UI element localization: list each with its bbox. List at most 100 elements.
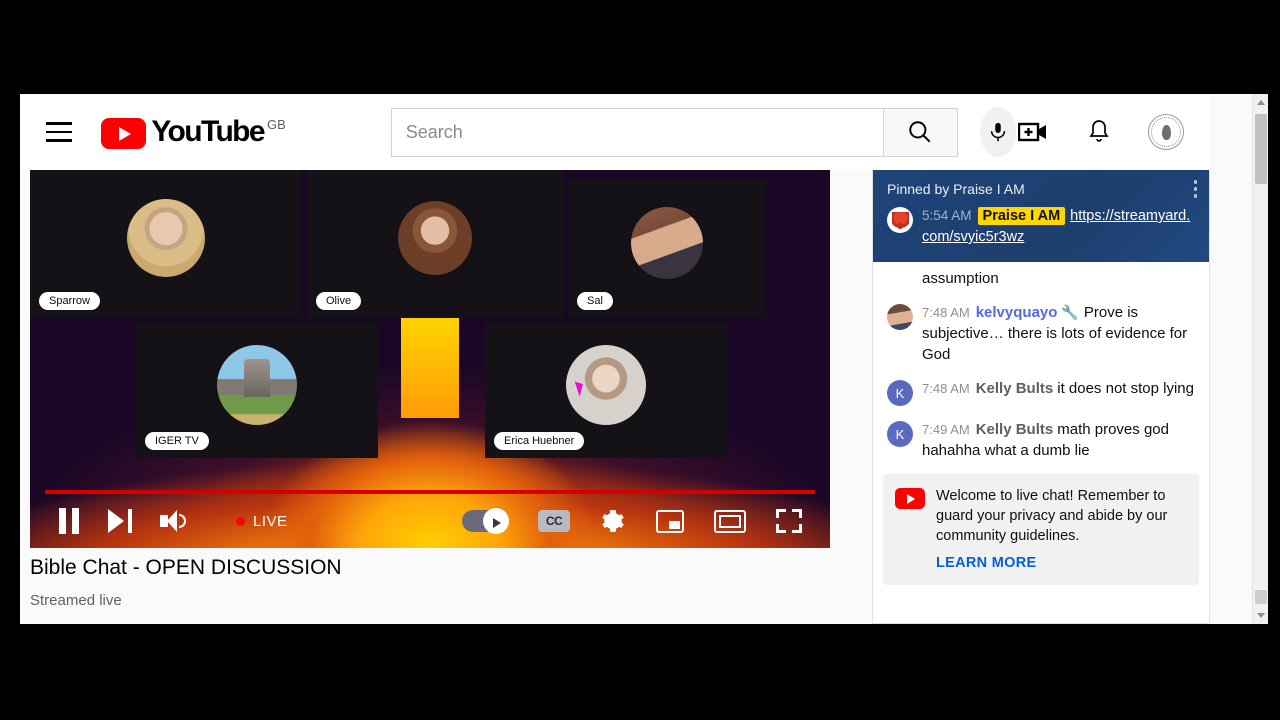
chat-timestamp: 7:48 AM — [922, 305, 970, 320]
scrollbar-thumb[interactable] — [1255, 114, 1267, 184]
participant-name: IGER TV — [145, 432, 209, 450]
theater-mode-button[interactable] — [714, 509, 746, 533]
pinned-message[interactable]: Pinned by Praise I AM 5:54 AM Praise I AM… — [873, 170, 1209, 262]
voice-search-button[interactable] — [979, 107, 1016, 157]
participant-tile: Erica Huebner — [485, 322, 727, 458]
chat-author-name[interactable]: kelvyquayo — [976, 304, 1058, 321]
video-meta: Bible Chat - OPEN DISCUSSION Streamed li… — [30, 556, 830, 609]
search-input[interactable] — [390, 107, 883, 157]
chat-author-name[interactable]: Kelly Bults — [976, 421, 1054, 438]
avatar-ring — [1151, 117, 1181, 147]
guide-menu-icon[interactable] — [42, 109, 75, 155]
chat-author-name[interactable]: Kelly Bults — [976, 380, 1054, 397]
search-button[interactable] — [882, 107, 958, 157]
country-code-label: GB — [266, 117, 286, 132]
autoplay-toggle[interactable] — [462, 508, 509, 534]
browser-scrollbar[interactable] — [1252, 94, 1268, 624]
settings-button[interactable] — [600, 508, 626, 534]
chat-message: 7:48 AM kelvyquayo 🔧 Prove is subjective… t… — [887, 302, 1195, 365]
pinned-timestamp: 5:54 AM — [922, 208, 972, 223]
scroll-down-button[interactable] — [1253, 607, 1268, 624]
volume-icon — [160, 510, 186, 532]
masthead-actions — [1016, 114, 1184, 150]
tree-logo-icon — [891, 211, 909, 229]
chat-author-avatar[interactable]: K — [887, 421, 913, 447]
microphone-icon — [990, 122, 1006, 142]
pinned-banner-label: Pinned by Praise I AM — [887, 181, 1025, 197]
browser-viewport: YouTube GB Search Sparrow Olive Sal IGER… — [20, 94, 1268, 624]
search-icon — [909, 121, 931, 143]
chat-body-text: it does not stop lying — [1057, 380, 1194, 397]
next-button[interactable] — [108, 509, 132, 533]
pinned-author-avatar — [887, 207, 913, 233]
youtube-logo[interactable]: YouTube GB — [101, 115, 286, 149]
autoplay-icon — [462, 508, 509, 534]
account-avatar[interactable] — [1148, 114, 1184, 150]
participant-tile: IGER TV — [136, 322, 378, 458]
player-controls: LIVE CC — [30, 494, 830, 548]
miniplayer-icon — [656, 509, 684, 533]
youtube-logo-text: YouTube — [151, 115, 265, 148]
next-icon — [108, 509, 132, 533]
pinned-message-body: 5:54 AM Praise I AM https://streamyard.com… — [887, 205, 1195, 248]
chat-timestamp: 7:48 AM — [922, 381, 970, 396]
video-player[interactable]: Sparrow Olive Sal IGER TV Erica Huebner … — [30, 170, 830, 548]
live-chat-panel: Pinned by Praise I AM 5:54 AM Praise I AM… — [872, 170, 1210, 624]
screen: YouTube GB Search Sparrow Olive Sal IGER… — [0, 0, 1280, 720]
create-video-button[interactable] — [1016, 115, 1050, 149]
participant-name: Sal — [577, 292, 613, 310]
chat-timestamp: 7:49 AM — [922, 422, 970, 437]
participant-tile: Sal — [568, 180, 766, 318]
participant-name: Sparrow — [39, 292, 100, 310]
search-bar — [390, 107, 958, 157]
participant-name: Olive — [316, 292, 362, 310]
chat-author-avatar[interactable]: K — [887, 380, 913, 406]
fullscreen-button[interactable] — [776, 509, 802, 533]
truncated-message-text: assumption — [922, 270, 999, 287]
scrollbar-thumb-secondary[interactable] — [1255, 590, 1267, 604]
youtube-badge-icon — [895, 488, 925, 509]
volume-button[interactable] — [160, 510, 186, 532]
chat-message: K 7:49 AM Kelly Bults math proves god haha… — [887, 419, 1195, 461]
player-controls-left: LIVE — [58, 508, 288, 534]
chat-message-text: 7:49 AM Kelly Bults math proves god hahahh… — [922, 419, 1195, 461]
theater-icon — [714, 509, 746, 533]
moderator-wrench-icon: 🔧 — [1061, 304, 1079, 320]
gear-icon — [602, 510, 624, 532]
live-badge[interactable]: LIVE — [236, 513, 288, 530]
chat-author-avatar[interactable] — [887, 304, 913, 330]
pinned-author-name: Praise I AM — [977, 207, 1066, 225]
chat-message-list[interactable]: assumption 7:48 AM kelvyquayo 🔧 Prove is su… — [873, 262, 1209, 461]
participant-tile: Olive — [307, 170, 563, 318]
pause-button[interactable] — [58, 508, 80, 534]
youtube-masthead: YouTube GB — [20, 94, 1210, 170]
fullscreen-icon — [776, 509, 802, 533]
video-subtitle: Streamed live — [30, 592, 122, 609]
chat-message-text: 7:48 AM Kelly Bults it does not stop lying — [922, 378, 1194, 406]
pause-icon — [58, 508, 80, 534]
live-label: LIVE — [253, 512, 288, 530]
participant-avatar — [217, 344, 297, 425]
scroll-up-button[interactable] — [1253, 94, 1268, 111]
notice-content: Welcome to live chat! Remember to guard … — [936, 486, 1187, 571]
create-video-icon — [1018, 122, 1046, 142]
live-chat-notice: Welcome to live chat! Remember to guard … — [883, 474, 1199, 585]
page-title: Bible Chat - OPEN DISCUSSION — [30, 556, 342, 579]
chat-message: K 7:48 AM Kelly Bults it does not stop lyi… — [887, 378, 1195, 406]
participant-avatar — [127, 199, 205, 278]
pinned-more-options-icon[interactable] — [1193, 180, 1197, 198]
participant-name: Erica Huebner — [494, 432, 585, 450]
youtube-play-icon — [101, 118, 147, 149]
learn-more-link[interactable]: LEARN MORE — [936, 555, 1187, 571]
participant-avatar — [398, 201, 472, 276]
notice-text: Welcome to live chat! Remember to guard … — [936, 488, 1168, 544]
participant-avatar — [631, 207, 703, 280]
pinned-message-text: 5:54 AM Praise I AM https://streamyard.com… — [922, 205, 1195, 248]
miniplayer-button[interactable] — [656, 509, 684, 533]
live-dot-icon — [236, 516, 245, 526]
player-controls-right: CC — [462, 508, 802, 534]
notifications-button[interactable] — [1082, 115, 1116, 149]
chat-message-text: 7:48 AM kelvyquayo 🔧 Prove is subjective… t… — [922, 302, 1195, 365]
participant-tile: Sparrow — [30, 170, 302, 318]
captions-button[interactable]: CC — [538, 510, 570, 532]
